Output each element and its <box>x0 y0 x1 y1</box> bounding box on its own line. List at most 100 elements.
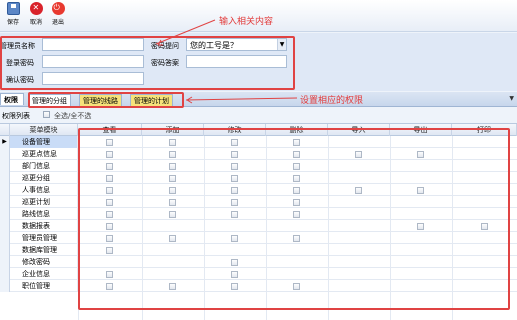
permission-checkbox[interactable] <box>231 175 238 182</box>
row-selector[interactable] <box>0 172 10 184</box>
permission-checkbox[interactable] <box>293 199 300 206</box>
permission-checkbox[interactable] <box>231 151 238 158</box>
permission-checkbox[interactable] <box>355 151 362 158</box>
permission-checkbox[interactable] <box>106 235 113 242</box>
table-row[interactable]: 路线信息 <box>0 208 517 220</box>
table-row[interactable]: 管理员管理 <box>0 232 517 244</box>
permission-checkbox[interactable] <box>231 211 238 218</box>
permission-checkbox[interactable] <box>293 187 300 194</box>
row-selector[interactable] <box>0 220 10 232</box>
table-row[interactable]: 人事信息 <box>0 184 517 196</box>
edit-column-header[interactable]: 修改 <box>204 124 266 136</box>
permission-checkbox[interactable] <box>231 139 238 146</box>
table-row[interactable]: 部门信息 <box>0 160 517 172</box>
permission-checkbox[interactable] <box>417 223 424 230</box>
module-name-cell: 数据报表 <box>10 220 78 232</box>
permission-checkbox[interactable] <box>106 139 113 146</box>
permission-checkbox[interactable] <box>293 211 300 218</box>
permission-checkbox[interactable] <box>169 151 176 158</box>
row-selector[interactable] <box>0 148 10 160</box>
permission-checkbox[interactable] <box>106 199 113 206</box>
permission-checkbox[interactable] <box>106 187 113 194</box>
row-selector[interactable] <box>0 196 10 208</box>
save-button[interactable]: 保存 <box>3 2 23 26</box>
permission-checkbox[interactable] <box>169 187 176 194</box>
row-selector[interactable] <box>0 208 10 220</box>
exit-button[interactable]: 退出 <box>48 2 68 26</box>
permission-checkbox[interactable] <box>293 283 300 290</box>
print-column-header[interactable]: 打印 <box>452 124 517 136</box>
delete-column-header[interactable]: 删除 <box>266 124 328 136</box>
permission-checkbox[interactable] <box>417 151 424 158</box>
permission-checkbox[interactable] <box>169 175 176 182</box>
permission-checkbox[interactable] <box>231 283 238 290</box>
permission-checkbox[interactable] <box>231 187 238 194</box>
row-selector[interactable] <box>0 244 10 256</box>
export-column-header[interactable]: 导出 <box>390 124 452 136</box>
permission-checkbox[interactable] <box>169 211 176 218</box>
permission-checkbox[interactable] <box>417 187 424 194</box>
row-selector[interactable] <box>0 232 10 244</box>
table-row[interactable]: 数据报表 <box>0 220 517 232</box>
permission-checkbox[interactable] <box>106 163 113 170</box>
add-column-header[interactable]: 添加 <box>142 124 204 136</box>
table-row[interactable]: 巡更点信息 <box>0 148 517 160</box>
permission-annotation: 设置相应的权限 <box>300 96 364 106</box>
import-column-header[interactable]: 导入 <box>328 124 390 136</box>
admin-form: 管理员名称 登录密码 确认密码 密码提问 您的工号是？ ▼ 密码答案 <box>0 33 517 91</box>
permission-checkbox[interactable] <box>106 175 113 182</box>
row-selector[interactable]: ▶ <box>0 136 10 148</box>
permission-checkbox[interactable] <box>481 223 488 230</box>
permission-checkbox[interactable] <box>106 223 113 230</box>
chevron-down-icon[interactable]: ▼ <box>277 39 286 50</box>
permission-checkbox[interactable] <box>169 139 176 146</box>
permission-checkbox[interactable] <box>106 271 113 278</box>
row-selector[interactable] <box>0 268 10 280</box>
table-row[interactable]: 巡更分组 <box>0 172 517 184</box>
table-row[interactable]: 修改密码 <box>0 256 517 268</box>
view-column-header[interactable]: 查看 <box>78 124 142 136</box>
permission-checkbox[interactable] <box>293 235 300 242</box>
tab-managed-groups[interactable]: 管理的分组 <box>28 94 71 106</box>
permission-checkbox[interactable] <box>231 271 238 278</box>
permission-checkbox[interactable] <box>355 187 362 194</box>
permission-checkbox[interactable] <box>169 199 176 206</box>
table-row[interactable]: 巡更计划 <box>0 196 517 208</box>
login-password-input[interactable] <box>42 55 144 68</box>
tab-menu-icon[interactable]: ▼ <box>509 95 514 102</box>
permission-checkbox[interactable] <box>169 163 176 170</box>
permission-checkbox[interactable] <box>293 175 300 182</box>
table-row[interactable]: ▶ 设备管理 <box>0 136 517 148</box>
permission-checkbox[interactable] <box>293 151 300 158</box>
module-column-header[interactable]: 菜单模块 <box>10 124 78 136</box>
password-answer-input[interactable] <box>186 55 287 68</box>
select-all-checkbox[interactable] <box>43 111 50 118</box>
permission-checkbox[interactable] <box>231 259 238 266</box>
permission-checkbox[interactable] <box>293 163 300 170</box>
table-row[interactable]: 数据库管理 <box>0 244 517 256</box>
tab-permissions[interactable]: 权限 <box>0 93 24 105</box>
permission-checkbox[interactable] <box>169 235 176 242</box>
table-row[interactable]: 职位管理 <box>0 280 517 292</box>
permission-checkbox[interactable] <box>106 151 113 158</box>
permission-checkbox[interactable] <box>106 283 113 290</box>
password-question-select[interactable]: 您的工号是？ ▼ <box>186 38 287 51</box>
table-row[interactable]: 企业信息 <box>0 268 517 280</box>
cancel-button[interactable]: 取消 <box>26 2 46 26</box>
confirm-password-input[interactable] <box>42 72 144 85</box>
permission-checkbox[interactable] <box>231 235 238 242</box>
row-selector[interactable] <box>0 280 10 292</box>
permission-checkbox[interactable] <box>231 163 238 170</box>
tab-managed-routes[interactable]: 管理的线路 <box>79 94 122 106</box>
permission-checkbox[interactable] <box>231 199 238 206</box>
admin-name-input[interactable] <box>42 38 144 51</box>
permission-checkbox[interactable] <box>293 139 300 146</box>
permission-checkbox[interactable] <box>169 283 176 290</box>
row-selector[interactable] <box>0 160 10 172</box>
save-icon <box>6 2 20 15</box>
tab-managed-plans[interactable]: 管理的计划 <box>130 94 173 106</box>
row-selector[interactable] <box>0 184 10 196</box>
permission-checkbox[interactable] <box>106 247 113 254</box>
permission-checkbox[interactable] <box>106 211 113 218</box>
row-selector[interactable] <box>0 256 10 268</box>
